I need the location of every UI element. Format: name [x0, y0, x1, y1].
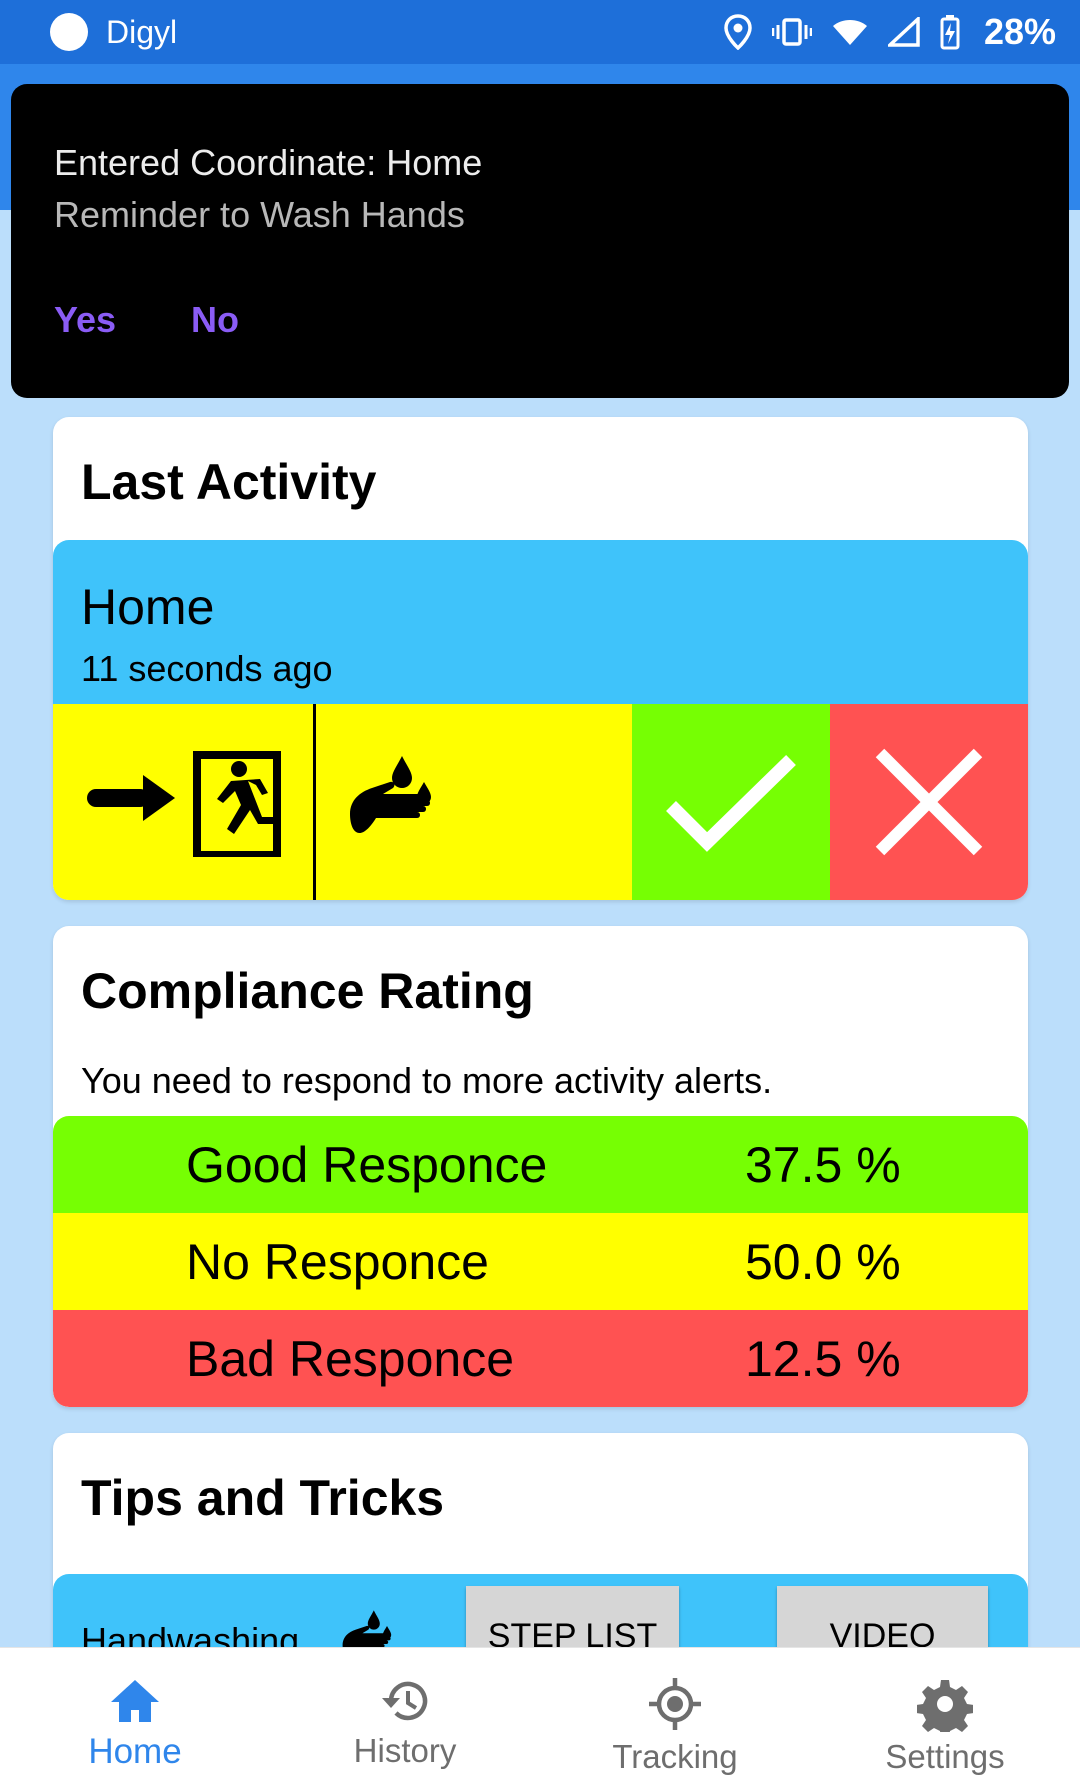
bottom-nav: Home History Tracking Settings [0, 1647, 1080, 1792]
compliance-title: Compliance Rating [81, 963, 534, 1019]
app-notification-dot-icon [50, 13, 88, 51]
wifi-icon [832, 17, 868, 47]
status-icons: 28% [724, 11, 1056, 53]
gps-icon [649, 1678, 701, 1730]
activity-time-ago: 11 seconds ago [81, 648, 333, 689]
notification-title: Entered Coordinate: Home [54, 142, 483, 183]
location-icon [724, 14, 752, 50]
last-activity-card: Last Activity Home 11 seconds ago [53, 417, 1028, 900]
rating-row-bad: Bad Responce 12.5 % [53, 1310, 1028, 1407]
handwash-icon [316, 704, 632, 900]
check-icon [666, 754, 796, 852]
close-icon [875, 748, 983, 856]
nav-tracking[interactable]: Tracking [540, 1648, 810, 1792]
nav-label: Home [88, 1732, 182, 1771]
notification-no-button[interactable]: No [191, 299, 239, 341]
nav-label: Tracking [612, 1738, 738, 1775]
notification-text: Reminder to Wash Hands [54, 194, 465, 235]
compliance-card: Compliance Rating You need to respond to… [53, 926, 1028, 1407]
last-activity-title: Last Activity [81, 454, 377, 510]
confirm-button[interactable] [632, 704, 830, 900]
nav-settings[interactable]: Settings [810, 1648, 1080, 1792]
signal-icon [887, 17, 920, 47]
activity-actions [53, 704, 1028, 900]
history-icon [382, 1681, 428, 1721]
home-icon [111, 1680, 159, 1722]
notification-yes-button[interactable]: Yes [54, 299, 116, 341]
rating-label: Good Responce [186, 1136, 548, 1193]
rating-label: No Responce [186, 1233, 489, 1290]
reject-button[interactable] [830, 704, 1028, 900]
activity-type-panel [53, 704, 632, 900]
rating-value: 12.5 % [745, 1330, 901, 1387]
activity-header: Home 11 seconds ago [53, 540, 1028, 704]
status-bar: Digyl 28% [0, 0, 1080, 64]
tips-title: Tips and Tricks [81, 1470, 445, 1526]
compliance-message: You need to respond to more activity ale… [81, 1060, 773, 1101]
rating-row-none: No Responce 50.0 % [53, 1213, 1028, 1310]
heads-up-notification[interactable]: Entered Coordinate: Home Reminder to Was… [11, 84, 1069, 398]
rating-value: 50.0 % [745, 1233, 901, 1290]
nav-history[interactable]: History [270, 1648, 540, 1792]
gear-icon [917, 1680, 973, 1732]
vibrate-icon [771, 17, 812, 47]
rating-label: Bad Responce [186, 1330, 515, 1387]
activity-place: Home [81, 579, 215, 635]
battery-percent: 28% [983, 11, 1056, 52]
nav-label: Settings [885, 1738, 1005, 1775]
battery-charging-icon [940, 14, 960, 50]
status-app-name: Digyl [106, 13, 178, 50]
nav-home[interactable]: Home [0, 1648, 270, 1792]
rating-row-good: Good Responce 37.5 % [53, 1116, 1028, 1213]
rating-value: 37.5 % [745, 1136, 901, 1193]
compliance-ratings: Good Responce 37.5 % No Responce 50.0 % … [53, 1116, 1028, 1407]
enter-location-icon [53, 704, 316, 900]
nav-label: History [353, 1732, 457, 1769]
